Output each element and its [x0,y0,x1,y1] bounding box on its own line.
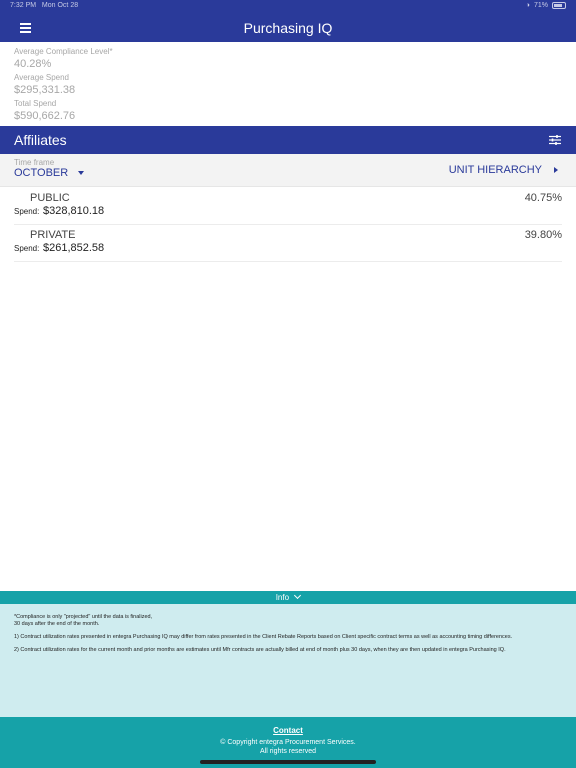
affiliates-header: Affiliates [0,126,576,154]
total-spend-value: $590,662.76 [14,110,76,122]
avg-spend-value: $295,331.38 [14,84,76,96]
chevron-down-icon [294,591,302,600]
info-item-1: 1) Contract utilization rates presented … [14,634,513,640]
info-item-2: 2) Contract utilization rates for the cu… [14,647,506,653]
caret-down-icon [78,171,85,175]
filter-sliders-icon[interactable] [549,134,561,146]
timeframe-label: Time frame [14,158,55,167]
status-indicators: ◑ 71% [526,2,566,9]
wifi-icon: ◑ [525,2,530,9]
affiliate-row-private[interactable]: PRIVATE 39.80% Spend: $261,852.58 [14,225,562,262]
avg-compliance-label: Average Compliance Level* [14,47,113,56]
app-title: Purchasing IQ [243,20,333,36]
status-time-date: 7:32 PM Mon Oct 28 [10,2,78,9]
status-bar: 7:32 PM Mon Oct 28 ◑ 71% [0,0,576,13]
affiliate-row-public[interactable]: PUBLIC 40.75% Spend: $328,810.18 [14,188,562,225]
home-indicator[interactable] [200,760,376,764]
status-date: Mon Oct 28 [41,2,79,9]
unit-hierarchy-label: UNIT HIERARCHY [448,164,542,176]
info-panel: *Compliance is only "projected" until th… [0,604,576,717]
chevron-right-icon [554,167,558,173]
summary-panel: Average Compliance Level* 40.28% Average… [14,46,314,124]
battery-percent: 71% [533,2,548,9]
month-dropdown[interactable]: OCTOBER [14,167,85,179]
affiliate-percent: 39.80% [524,229,562,241]
affiliates-title: Affiliates [14,132,67,148]
avg-compliance-value: 40.28% [14,58,52,70]
spend-label: Spend: [14,207,40,216]
nav-bar: Purchasing IQ [0,13,576,42]
month-value: OCTOBER [14,167,69,179]
unit-hierarchy-button[interactable]: UNIT HIERARCHY [449,164,558,176]
affiliate-name: PRIVATE [30,229,76,241]
battery-icon [552,2,566,9]
contact-link[interactable]: Contact [0,726,576,735]
status-time: 7:32 PM [10,2,37,9]
spend-value: $328,810.18 [43,205,105,217]
affiliate-percent: 40.75% [524,192,562,204]
timeframe-bar: Time frame OCTOBER UNIT HIERARCHY [0,154,576,187]
spend-value: $261,852.58 [43,242,105,254]
info-label: Info [275,593,290,602]
compliance-note: *Compliance is only "projected" until th… [14,614,153,627]
affiliate-name: PUBLIC [30,192,70,204]
copyright-line: © Copyright entegra Procurement Services… [220,739,356,746]
rights-line: All rights reserved [259,748,317,755]
copyright-text: © Copyright entegra Procurement Services… [0,738,576,756]
info-toggle[interactable]: Info [0,591,576,604]
total-spend-label: Total Spend [14,99,57,108]
spend-label: Spend: [14,244,40,253]
avg-spend-label: Average Spend [14,73,70,82]
